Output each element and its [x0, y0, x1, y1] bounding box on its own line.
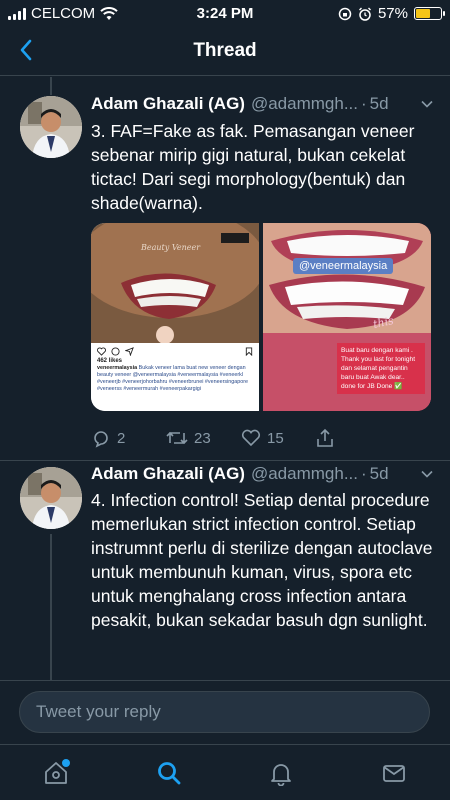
share-button[interactable]	[316, 428, 391, 448]
instagram-actions	[97, 347, 253, 356]
reply-count: 2	[117, 429, 126, 447]
divider	[0, 460, 450, 461]
instagram-caption: veneermalaysia Bukak veneer lama buat ne…	[97, 365, 253, 409]
page-title: Thread	[193, 40, 257, 61]
watermark-text: Beauty Veneer	[141, 243, 201, 252]
tweet-time: 5d	[369, 464, 389, 483]
avatar-photo	[20, 467, 82, 529]
tab-home[interactable]	[36, 753, 76, 793]
heart-icon	[97, 347, 106, 356]
alarm-icon	[358, 7, 371, 21]
tweet-actions: 2 23 15	[91, 428, 391, 448]
avatar-photo	[20, 96, 82, 158]
tweet-time: 5d	[369, 94, 389, 113]
tweet-text: 3. FAF=Fake as fak. Pemasangan veneer se…	[91, 121, 415, 213]
reply-icon	[94, 431, 108, 448]
reply-bar	[0, 680, 450, 744]
retweet-button[interactable]: 23	[166, 428, 241, 448]
caption-user: veneermalaysia	[97, 365, 138, 371]
media-image-instagram-post[interactable]: Beauty Veneer 462 likes veneermalaysia B…	[91, 223, 259, 411]
messages-icon	[382, 764, 405, 782]
battery-icon	[414, 7, 445, 20]
comment-icon	[111, 347, 120, 356]
heart-icon	[241, 429, 261, 447]
share-icon	[317, 428, 333, 447]
mouth-photo	[91, 223, 259, 343]
bookmark-icon	[245, 347, 253, 356]
battery-label: 57%	[377, 5, 408, 22]
avatar[interactable]	[20, 467, 82, 529]
separator-dot: ·	[361, 94, 367, 113]
orientation-lock-icon	[338, 7, 352, 20]
tab-notifications[interactable]	[261, 753, 301, 793]
retweet-icon	[166, 431, 188, 445]
retweet-count: 23	[194, 429, 211, 447]
author-name[interactable]: Adam Ghazali (AG)	[91, 464, 245, 484]
status-right: 57%	[338, 5, 445, 22]
like-count: 15	[267, 429, 284, 447]
notification-dot	[62, 758, 71, 767]
media-image-teeth-result[interactable]: @veneermalaysia this Buat baru dengan ka…	[263, 223, 431, 411]
notifications-icon	[271, 763, 292, 786]
tab-search[interactable]	[149, 753, 189, 793]
tab-bar	[0, 744, 450, 800]
chevron-down-icon[interactable]	[420, 467, 434, 481]
thread-connector-line	[50, 77, 52, 95]
tweet-header: Adam Ghazali (AG) @adammgh... · 5d	[91, 464, 436, 484]
chevron-down-icon[interactable]	[420, 97, 434, 111]
reply-input[interactable]	[19, 691, 430, 733]
author-handle[interactable]: @adammgh...	[251, 94, 358, 114]
thread-header: Thread	[0, 26, 450, 76]
like-button[interactable]: 15	[241, 428, 316, 448]
tweet-text: 4. Infection control! Setiap dental proc…	[91, 490, 433, 630]
mention-tag: @veneermalaysia	[293, 258, 394, 274]
tab-messages[interactable]	[374, 753, 414, 793]
tweet-header: Adam Ghazali (AG) @adammgh... · 5d	[91, 94, 436, 114]
author-handle[interactable]: @adammgh...	[251, 464, 358, 484]
search-icon	[157, 761, 181, 784]
separator-dot: ·	[361, 464, 367, 483]
avatar[interactable]	[20, 96, 82, 158]
likes-count: 462 likes	[97, 358, 123, 364]
reply-button[interactable]: 2	[91, 428, 166, 448]
author-name[interactable]: Adam Ghazali (AG)	[91, 94, 245, 114]
tweet-media[interactable]: Beauty Veneer 462 likes veneermalaysia B…	[91, 223, 431, 411]
message-overlay: Buat baru dengan kami . Thank you last f…	[337, 343, 425, 394]
share-icon	[125, 347, 134, 356]
thread-connector-line	[50, 534, 52, 680]
status-bar: CELCOM 3:24 PM 57%	[0, 0, 450, 26]
